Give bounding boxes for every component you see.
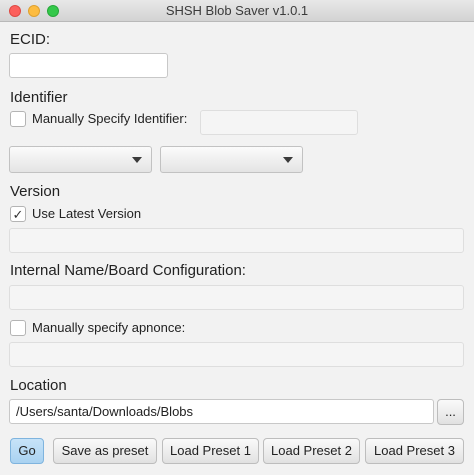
ecid-label: ECID: bbox=[10, 31, 51, 48]
main-panel: ECID: Identifier Manually Specify Identi… bbox=[0, 22, 474, 475]
version-field[interactable] bbox=[9, 228, 464, 253]
device-type-select[interactable] bbox=[9, 146, 152, 173]
version-label: Version bbox=[10, 183, 61, 200]
board-config-field[interactable] bbox=[9, 285, 464, 310]
window-title: SHSH Blob Saver v1.0.1 bbox=[165, 3, 309, 18]
manual-identifier-label: Manually Specify Identifier: bbox=[32, 111, 188, 126]
ecid-field[interactable] bbox=[9, 53, 168, 78]
use-latest-version-label: Use Latest Version bbox=[32, 206, 142, 221]
identifier-label: Identifier bbox=[10, 89, 68, 106]
use-latest-version-checkbox[interactable]: ✓ bbox=[10, 206, 26, 222]
chevron-down-icon bbox=[283, 157, 293, 163]
chevron-down-icon bbox=[132, 157, 142, 163]
identifier-field[interactable] bbox=[200, 110, 358, 135]
window-titlebar: SHSH Blob Saver v1.0.1 bbox=[0, 0, 474, 22]
location-path-field[interactable]: /Users/santa/Downloads/Blobs bbox=[9, 399, 434, 424]
browse-location-button[interactable]: ... bbox=[437, 399, 464, 425]
apnonce-field[interactable] bbox=[9, 342, 464, 367]
apnonce-label: Manually specify apnonce: bbox=[32, 320, 186, 335]
load-preset-2-button[interactable]: Load Preset 2 bbox=[263, 438, 360, 464]
apnonce-checkbox[interactable] bbox=[10, 320, 26, 336]
location-label: Location bbox=[10, 377, 67, 394]
go-button[interactable]: Go bbox=[10, 438, 44, 464]
device-model-select[interactable] bbox=[160, 146, 303, 173]
save-preset-button[interactable]: Save as preset bbox=[53, 438, 157, 464]
checkmark-icon: ✓ bbox=[12, 206, 24, 222]
board-config-label: Internal Name/Board Configuration: bbox=[10, 262, 246, 279]
manual-identifier-checkbox[interactable] bbox=[10, 111, 26, 127]
load-preset-1-button[interactable]: Load Preset 1 bbox=[162, 438, 259, 464]
load-preset-3-button[interactable]: Load Preset 3 bbox=[365, 438, 464, 464]
